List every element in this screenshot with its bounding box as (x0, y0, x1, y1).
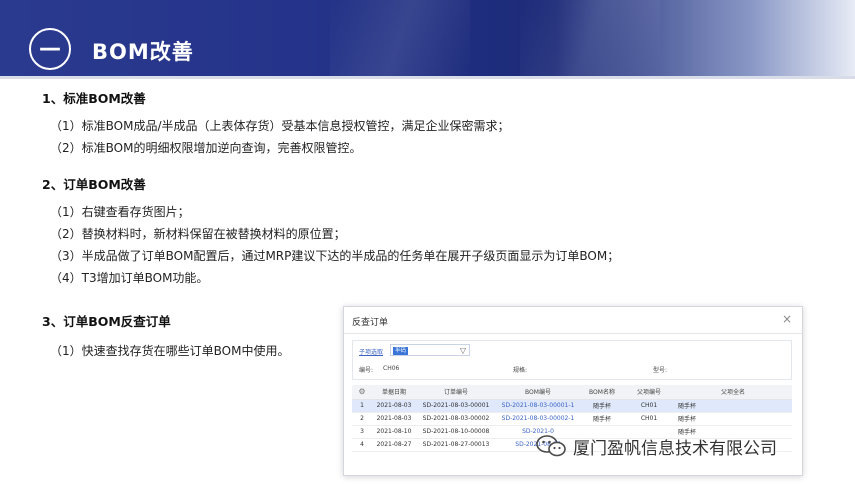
section-3-item-1: （1）快速查找存货在哪些订单BOM中使用。 (50, 344, 290, 358)
cell-parent-code: CH01 (624, 399, 674, 413)
cell-parent-name: 随手杯 (674, 412, 792, 426)
cell-date: 2021-08-27 (372, 438, 416, 452)
watermark-text: 厦门盈帆信息技术有限公司 (573, 438, 777, 459)
column-header[interactable]: BOM编号 (496, 385, 580, 400)
section-heading-3: 3、订单BOM反查订单 (42, 314, 171, 329)
filter-panel: 子项选取 半码 ▽ 编号: CH06 规格: 型号: (352, 340, 792, 380)
dialog-title: 反查订单 (352, 318, 389, 328)
section-heading-1: 1、标准BOM改善 (42, 91, 146, 106)
cell-bom-name: 随手杯 (580, 412, 624, 426)
cell-order-no: SD-2021-08-03-00002 (416, 412, 496, 426)
row-number: 2 (352, 412, 372, 426)
column-settings[interactable]: ⚙ (352, 385, 372, 400)
table-row[interactable]: 2 2021-08-03 SD-2021-08-03-00002 SD-2021… (352, 412, 792, 426)
row-number: 1 (352, 399, 372, 413)
column-header[interactable]: 父项全名 (674, 385, 792, 400)
sub-item-select-link[interactable]: 子项选取 (359, 347, 383, 356)
cell-bom-no[interactable]: SD-2021-08-03-00001-1 (496, 399, 580, 413)
code-label: 编号: (359, 367, 374, 374)
section-1-item-1: （1）标准BOM成品/半成品（上表体存货）受基本信息授权管控，满足企业保密需求； (50, 119, 510, 133)
cell-order-no: SD-2021-08-27-00013 (416, 438, 496, 452)
section-2-item-2: （2）替换材料时，新材料保留在被替换材料的原位置； (50, 227, 346, 241)
sub-item-input-value: 半码 (393, 346, 409, 355)
code-value: CH06 (383, 365, 400, 372)
header-stripe (520, 0, 660, 76)
column-header[interactable]: 父项编号 (624, 385, 674, 400)
cell-parent-name: 随手杯 (674, 399, 792, 413)
section-1-item-2: （2）标准BOM的明细权限增加逆向查询，完善权限管控。 (50, 141, 362, 155)
model-label: 型号: (653, 367, 668, 374)
dialog-divider (344, 333, 802, 334)
cell-bom-no[interactable]: SD-2021-08-03-00002-1 (496, 412, 580, 426)
row-number: 4 (352, 438, 372, 452)
cell-order-no: SD-2021-08-03-00001 (416, 399, 496, 413)
table-header-row: ⚙ 单据日期 订单编号 BOM编号 BOM名称 父项编号 父项全名 (352, 385, 792, 400)
slide-header: — BOM改善 (0, 0, 855, 76)
cell-order-no: SD-2021-08-10-00008 (416, 425, 496, 439)
slide-title: BOM改善 (92, 40, 194, 64)
cell-date: 2021-08-03 (372, 412, 416, 426)
close-icon[interactable]: × (782, 312, 792, 326)
gear-icon[interactable]: ⚙ (358, 387, 365, 396)
table-row[interactable]: 1 2021-08-03 SD-2021-08-03-00001 SD-2021… (352, 399, 792, 413)
section-heading-2: 2、订单BOM改善 (42, 177, 146, 192)
filter-icon[interactable]: ▽ (460, 345, 466, 356)
section-2-item-3: （3）半成品做了订单BOM配置后，通过MRP建议下达的半成品的任务单在展开子级页… (50, 249, 620, 263)
wechat-icon (536, 435, 566, 457)
cell-parent-code: CH01 (624, 412, 674, 426)
row-number: 3 (352, 425, 372, 439)
cell-date: 2021-08-03 (372, 399, 416, 413)
spec-label: 规格: (513, 367, 528, 374)
column-header[interactable]: BOM名称 (580, 385, 624, 400)
cell-date: 2021-08-10 (372, 425, 416, 439)
section-2-item-4: （4）T3增加订单BOM功能。 (50, 271, 209, 285)
header-stripe (330, 0, 470, 76)
cell-bom-name: 随手杯 (580, 399, 624, 413)
section-badge: — (29, 28, 71, 70)
section-2-item-1: （1）右键查看存货图片； (50, 205, 190, 219)
column-header[interactable]: 订单编号 (416, 385, 496, 400)
header-underline (0, 76, 855, 79)
company-watermark: 厦门盈帆信息技术有限公司 (535, 432, 777, 460)
column-header[interactable]: 单据日期 (372, 385, 416, 400)
sub-item-input[interactable]: 半码 ▽ (390, 344, 470, 356)
